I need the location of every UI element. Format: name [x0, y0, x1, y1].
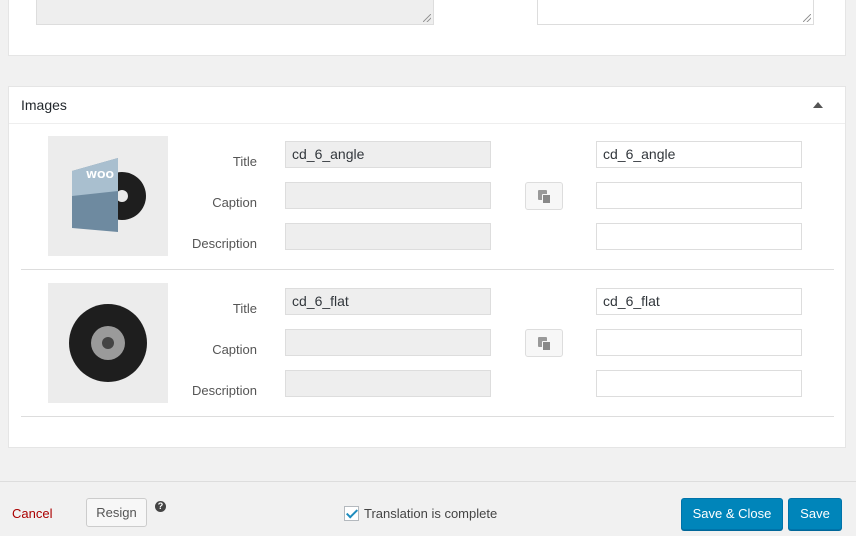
images-panel-header[interactable]: Images — [9, 87, 845, 124]
save-button[interactable]: Save — [788, 498, 842, 530]
resize-grip-icon[interactable] — [803, 14, 811, 22]
resign-button[interactable]: Resign — [86, 498, 147, 527]
translation-title-input[interactable]: cd_6_angle — [596, 141, 802, 168]
editor-footer: Cancel Resign ? Translation is complete … — [0, 481, 856, 536]
translation-caption-input[interactable] — [596, 182, 802, 209]
translation-textarea[interactable] — [537, 0, 814, 25]
image-row: Title Caption Description cd_6_flat cd_6… — [21, 270, 834, 417]
resize-grip-icon[interactable] — [423, 14, 431, 22]
original-caption-field — [285, 182, 491, 209]
cancel-link[interactable]: Cancel — [12, 506, 52, 521]
original-title-field: cd_6_angle — [285, 141, 491, 168]
description-label: Description — [191, 383, 257, 398]
previous-section-panel — [8, 0, 846, 56]
cd-flat-thumbnail-icon — [48, 283, 168, 403]
svg-text:WOO: WOO — [86, 170, 114, 181]
title-label: Title — [232, 301, 257, 316]
collapse-arrow-icon[interactable] — [813, 102, 823, 108]
original-description-field — [285, 370, 491, 397]
translation-caption-input[interactable] — [596, 329, 802, 356]
image-row: WOO Title Caption Description cd_6_angle… — [21, 123, 834, 270]
images-panel: Images WOO Title Caption Description cd_… — [8, 86, 846, 448]
caption-label: Caption — [212, 195, 257, 210]
caption-label: Caption — [212, 342, 257, 357]
save-and-close-button[interactable]: Save & Close — [681, 498, 783, 530]
translation-title-input[interactable]: cd_6_flat — [596, 288, 802, 315]
panel-title: Images — [21, 97, 67, 113]
copy-original-button[interactable] — [525, 182, 563, 210]
help-icon[interactable]: ? — [155, 501, 166, 512]
description-label: Description — [191, 236, 257, 251]
translation-description-input[interactable] — [596, 223, 802, 250]
cd-angle-thumbnail-icon: WOO — [48, 136, 168, 256]
original-description-field — [285, 223, 491, 250]
title-label: Title — [232, 154, 257, 169]
original-textarea — [36, 0, 434, 25]
translation-complete-label[interactable]: Translation is complete — [364, 506, 497, 521]
translation-description-input[interactable] — [596, 370, 802, 397]
copy-original-button[interactable] — [525, 329, 563, 357]
original-caption-field — [285, 329, 491, 356]
translation-complete-checkbox[interactable] — [344, 506, 359, 521]
original-title-field: cd_6_flat — [285, 288, 491, 315]
